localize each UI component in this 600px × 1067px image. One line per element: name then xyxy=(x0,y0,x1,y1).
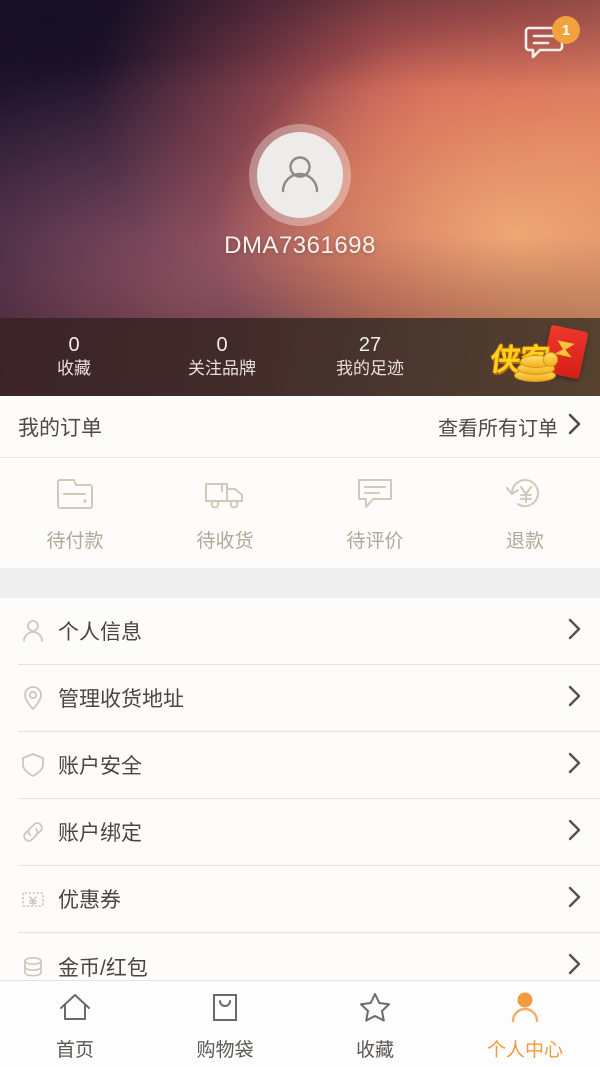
chevron-right-icon xyxy=(567,885,582,914)
link-icon xyxy=(18,817,48,847)
stat-label: 收藏 xyxy=(57,359,91,379)
person-icon xyxy=(18,616,48,646)
stat-favorites[interactable]: 0 收藏 xyxy=(0,333,148,381)
tab-home[interactable]: 首页 xyxy=(0,986,150,1062)
menu-item-account-binding[interactable]: 账户绑定 xyxy=(18,799,600,866)
user-center-icon xyxy=(508,990,542,1029)
stat-value: 0 xyxy=(216,334,228,357)
person-avatar-icon xyxy=(281,156,319,193)
chevron-right-icon xyxy=(567,751,582,780)
location-pin-icon xyxy=(18,683,48,713)
bottom-tab-bar: 首页 购物袋 收藏 个人中心 xyxy=(0,980,600,1067)
menu-item-manage-address[interactable]: 管理收货地址 xyxy=(18,665,600,732)
profile-hero-banner: 1 DMA7361698 xyxy=(0,0,600,318)
stats-bar: 0 收藏 0 关注品牌 27 我的足迹 侠客 xyxy=(0,318,600,396)
orders-title: 我的订单 xyxy=(18,416,102,440)
message-button[interactable]: 1 xyxy=(524,16,580,68)
order-status-label: 待评价 xyxy=(346,530,404,552)
orders-panel: 我的订单 查看所有订单 待付款 待收货 待评价 退款 xyxy=(0,396,600,568)
order-status-refund[interactable]: 退款 xyxy=(450,474,600,553)
gold-coins-icon xyxy=(514,352,560,382)
stat-value: 27 xyxy=(358,334,382,357)
stat-label: 关注品牌 xyxy=(188,359,256,379)
stat-label: 我的足迹 xyxy=(336,359,404,379)
tab-favorites[interactable]: 收藏 xyxy=(300,986,450,1062)
chevron-right-icon xyxy=(567,952,582,981)
coin-stack-icon xyxy=(18,952,48,982)
menu-item-label: 个人信息 xyxy=(58,621,142,644)
section-divider xyxy=(0,568,600,598)
order-status-pending-receipt[interactable]: 待收货 xyxy=(150,474,300,553)
coupon-yen-icon xyxy=(18,884,48,914)
shield-icon xyxy=(18,750,48,780)
view-all-orders-link[interactable]: 查看所有订单 xyxy=(438,412,582,442)
order-status-pending-review[interactable]: 待评价 xyxy=(300,474,450,553)
orders-shortcut-grid: 待付款 待收货 待评价 退款 xyxy=(0,458,600,568)
star-icon xyxy=(357,990,393,1029)
message-unread-badge: 1 xyxy=(552,16,580,44)
view-all-orders-label: 查看所有订单 xyxy=(438,418,558,440)
menu-item-label: 优惠券 xyxy=(58,889,121,912)
brand-logo-banner[interactable]: 侠客 xyxy=(444,318,600,396)
menu-item-label: 金币/红包 xyxy=(58,956,148,980)
avatar-image xyxy=(257,132,343,218)
menu-item-label: 账户绑定 xyxy=(58,822,142,845)
order-status-label: 待付款 xyxy=(46,530,104,552)
chevron-right-icon xyxy=(567,684,582,713)
menu-item-coupons[interactable]: 优惠券 xyxy=(18,866,600,933)
tab-label: 个人中心 xyxy=(486,1040,563,1061)
home-icon xyxy=(57,990,93,1029)
menu-item-account-security[interactable]: 账户安全 xyxy=(18,732,600,799)
chevron-right-icon xyxy=(567,818,582,847)
stat-followed-brands[interactable]: 0 关注品牌 xyxy=(148,333,296,381)
refund-yen-icon xyxy=(504,474,546,517)
chevron-right-icon xyxy=(567,617,582,646)
username-label: DMA7361698 xyxy=(224,232,376,259)
tab-shopping-bag[interactable]: 购物袋 xyxy=(150,986,300,1062)
truck-icon xyxy=(203,474,247,517)
orders-header: 我的订单 查看所有订单 xyxy=(0,396,600,458)
comment-icon xyxy=(354,474,396,517)
stat-value: 0 xyxy=(68,334,80,357)
stat-footprints[interactable]: 27 我的足迹 xyxy=(296,333,444,381)
wallet-icon xyxy=(54,474,96,517)
chevron-right-icon xyxy=(567,412,582,442)
account-menu-list: 个人信息 管理收货地址 账户安全 账户绑定 优惠券 金币/红包 xyxy=(0,598,600,1000)
avatar[interactable] xyxy=(249,124,351,226)
menu-item-label: 账户安全 xyxy=(58,755,142,778)
order-status-label: 退款 xyxy=(505,530,544,552)
tab-label: 首页 xyxy=(55,1040,94,1061)
order-status-label: 待收货 xyxy=(196,530,254,552)
shopping-bag-icon xyxy=(208,990,242,1029)
tab-user-center[interactable]: 个人中心 xyxy=(450,986,600,1062)
menu-item-personal-info[interactable]: 个人信息 xyxy=(18,598,600,665)
tab-label: 购物袋 xyxy=(196,1040,254,1061)
menu-item-label: 管理收货地址 xyxy=(58,688,184,711)
order-status-pending-payment[interactable]: 待付款 xyxy=(0,474,150,553)
tab-label: 收藏 xyxy=(355,1040,394,1061)
